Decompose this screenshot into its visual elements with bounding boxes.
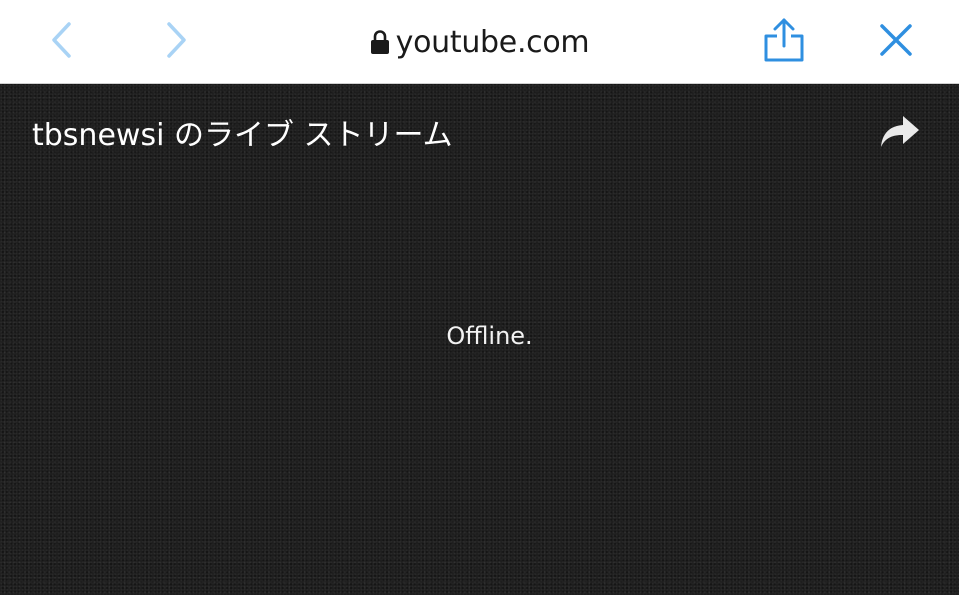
- forward-button[interactable]: [157, 20, 197, 60]
- share-button[interactable]: [762, 16, 806, 64]
- stream-status: Offline.: [446, 322, 533, 350]
- lock-icon: [370, 30, 389, 54]
- address-bar[interactable]: youtube.com: [370, 25, 590, 60]
- video-title[interactable]: tbsnewsi のライブ ストリーム: [32, 110, 453, 154]
- back-button[interactable]: [41, 20, 81, 60]
- close-icon: [880, 24, 912, 56]
- video-player[interactable]: tbsnewsi のライブ ストリーム Offline.: [0, 84, 959, 595]
- share-arrow-icon: [881, 116, 919, 147]
- player-share-button[interactable]: [876, 110, 924, 154]
- url-text: youtube.com: [395, 24, 590, 60]
- share-icon: [764, 18, 804, 62]
- chevron-left-icon: [52, 22, 71, 58]
- chevron-right-icon: [167, 22, 186, 58]
- browser-toolbar: youtube.com: [0, 0, 959, 84]
- close-button[interactable]: [876, 20, 916, 60]
